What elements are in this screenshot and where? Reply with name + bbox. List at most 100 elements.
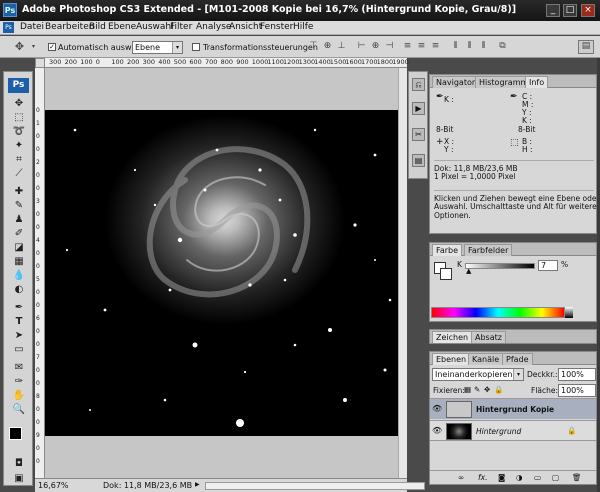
screen-mode-icon[interactable]: ▣ [11, 472, 27, 485]
transform-checkbox[interactable] [192, 43, 200, 51]
crop-tool-icon[interactable]: ⌗ [11, 153, 27, 166]
tab-swatches[interactable]: Farbfelder [464, 244, 513, 256]
tab-paragraph[interactable]: Absatz [471, 331, 506, 343]
image-canvas[interactable] [45, 110, 407, 436]
align-vcenter-icon[interactable]: ⊕ [322, 41, 333, 52]
distribute-right-icon[interactable]: ⦀ [478, 41, 489, 52]
auto-align-icon[interactable]: ⧉ [497, 41, 508, 52]
horizontal-ruler[interactable]: 300 200 100 0 100 200 300 400 500 600 700 800 900 100… [45, 58, 409, 68]
hand-tool-icon[interactable]: ✋ [11, 389, 27, 402]
tab-histogram[interactable]: Histogramm [475, 76, 533, 88]
menu-fenster[interactable]: Fenster [260, 22, 293, 32]
quick-mask-icon[interactable]: ◘ [11, 457, 27, 470]
dodge-tool-icon[interactable]: ◐ [11, 283, 27, 296]
color-ramp-bw[interactable] [565, 307, 573, 318]
layer-mask-icon[interactable]: ◙ [498, 473, 505, 482]
marquee-tool-icon[interactable]: ⬚ [11, 111, 27, 124]
history-panel-icon[interactable]: ⎌ [412, 78, 425, 91]
foreground-color-swatch[interactable] [9, 427, 22, 440]
menu-bild[interactable]: Bild [89, 22, 106, 32]
align-left-icon[interactable]: ⊢ [356, 41, 367, 52]
move-tool-icon[interactable]: ✥ [14, 41, 25, 52]
align-right-icon[interactable]: ⊣ [384, 41, 395, 52]
distribute-top-icon[interactable]: ≡ [402, 41, 413, 52]
fill-field[interactable]: 100% [558, 384, 596, 397]
new-group-icon[interactable]: ▭ [534, 473, 541, 482]
lock-transparency-icon[interactable]: ▦ [464, 385, 471, 394]
tool-presets-icon[interactable]: ✂ [412, 128, 425, 141]
close-button[interactable]: × [581, 4, 595, 17]
notes-tool-icon[interactable]: ✉ [11, 361, 27, 374]
magic-wand-tool-icon[interactable]: ✦ [11, 139, 27, 152]
path-selection-tool-icon[interactable]: ➤ [11, 329, 27, 342]
distribute-bottom-icon[interactable]: ≡ [430, 41, 441, 52]
blur-tool-icon[interactable]: 💧 [11, 269, 27, 282]
minimize-button[interactable]: _ [546, 4, 560, 17]
tab-info[interactable]: Info [525, 76, 549, 88]
lock-image-icon[interactable]: ✎ [474, 385, 480, 394]
tab-color[interactable]: Farbe [432, 244, 463, 256]
menu-filter[interactable]: Filter [170, 22, 192, 32]
auto-select-checkbox[interactable]: ✓ [48, 43, 56, 51]
opacity-field[interactable]: 100% [558, 368, 596, 381]
menu-auswahl[interactable]: Auswahl [136, 22, 174, 32]
layer-row-hintergrund-kopie[interactable]: 👁 Hintergrund Kopie [430, 398, 596, 419]
link-layers-icon[interactable]: ∞ [458, 473, 464, 482]
pen-tool-icon[interactable]: ✒ [11, 301, 27, 314]
zoom-level[interactable]: 16,67% [38, 481, 69, 490]
vertical-ruler[interactable]: 0 1 0 0 2 0 0 3 0 0 4 0 0 5 0 0 6 0 0 7 0 0 8 0 0 9 0 0 [35, 68, 45, 478]
layer-style-icon[interactable]: fx. [478, 473, 487, 482]
eyedropper-tool-icon[interactable]: ✑ [11, 375, 27, 388]
layer-row-hintergrund[interactable]: 👁 Hintergrund 🔒 [430, 420, 596, 441]
distribute-hcenter-icon[interactable]: ⦀ [464, 41, 475, 52]
healing-brush-tool-icon[interactable]: ✚ [11, 185, 27, 198]
layer-comps-icon[interactable]: ▤ [412, 154, 425, 167]
tool-preset-arrow-icon[interactable]: ▾ [28, 41, 39, 52]
tab-character[interactable]: Zeichen [432, 331, 473, 343]
background-color-chip[interactable] [440, 268, 452, 280]
visibility-eye-icon[interactable]: 👁 [432, 404, 442, 413]
adjustment-layer-icon[interactable]: ◑ [516, 473, 523, 482]
lock-position-icon[interactable]: ✥ [484, 385, 490, 394]
menu-datei[interactable]: Datei [20, 22, 44, 32]
color-ramp[interactable] [431, 307, 565, 318]
menu-ebene[interactable]: Ebene [108, 22, 136, 32]
brush-tool-icon[interactable]: ✎ [11, 199, 27, 212]
distribute-vcenter-icon[interactable]: ≡ [416, 41, 427, 52]
auto-select-dropdown[interactable]: Ebene ▾ [132, 41, 183, 54]
align-top-icon[interactable]: ⊤ [308, 41, 319, 52]
menu-bearbeiten[interactable]: Bearbeiten [45, 22, 94, 32]
clone-stamp-tool-icon[interactable]: ♟ [11, 213, 27, 226]
align-bottom-icon[interactable]: ⊥ [336, 41, 347, 52]
tab-navigator[interactable]: Navigator [432, 76, 480, 88]
lasso-tool-icon[interactable]: ➰ [11, 125, 27, 138]
maximize-button[interactable]: □ [563, 4, 577, 17]
eraser-tool-icon[interactable]: ◪ [11, 241, 27, 254]
type-tool-icon[interactable]: T [11, 315, 27, 328]
shape-tool-icon[interactable]: ▭ [11, 343, 27, 356]
menu-hilfe[interactable]: Hilfe [293, 22, 313, 32]
k-value-field[interactable]: 7 [538, 260, 558, 271]
vertical-scrollbar[interactable] [398, 68, 407, 478]
menu-logo[interactable]: Ps [3, 22, 14, 33]
zoom-tool-icon[interactable]: 🔍 [11, 403, 27, 416]
move-tool-icon[interactable]: ✥ [11, 97, 27, 110]
actions-panel-icon[interactable]: ▶ [412, 102, 425, 115]
workspace-icon[interactable]: ▤ [578, 40, 594, 54]
k-slider-handle-icon[interactable]: ▲ [466, 267, 471, 275]
visibility-eye-icon[interactable]: 👁 [432, 426, 442, 435]
delete-layer-icon[interactable]: 🗑 [572, 473, 582, 482]
slice-tool-icon[interactable]: ⟋ [11, 167, 27, 180]
distribute-left-icon[interactable]: ⦀ [450, 41, 461, 52]
horizontal-scrollbar[interactable] [205, 482, 425, 490]
tab-paths[interactable]: Pfade [502, 353, 533, 365]
ruler-origin[interactable] [35, 58, 45, 68]
lock-all-icon[interactable]: 🔒 [494, 385, 503, 394]
blend-mode-dropdown[interactable]: Ineinanderkopieren ▾ [432, 368, 524, 381]
gradient-tool-icon[interactable]: ▦ [11, 255, 27, 268]
menu-ansicht[interactable]: Ansicht [229, 22, 262, 32]
menu-analyse[interactable]: Analyse [196, 22, 231, 32]
tab-channels[interactable]: Kanäle [468, 353, 504, 365]
new-layer-icon[interactable]: ▢ [552, 473, 559, 482]
history-brush-tool-icon[interactable]: ✐ [11, 227, 27, 240]
